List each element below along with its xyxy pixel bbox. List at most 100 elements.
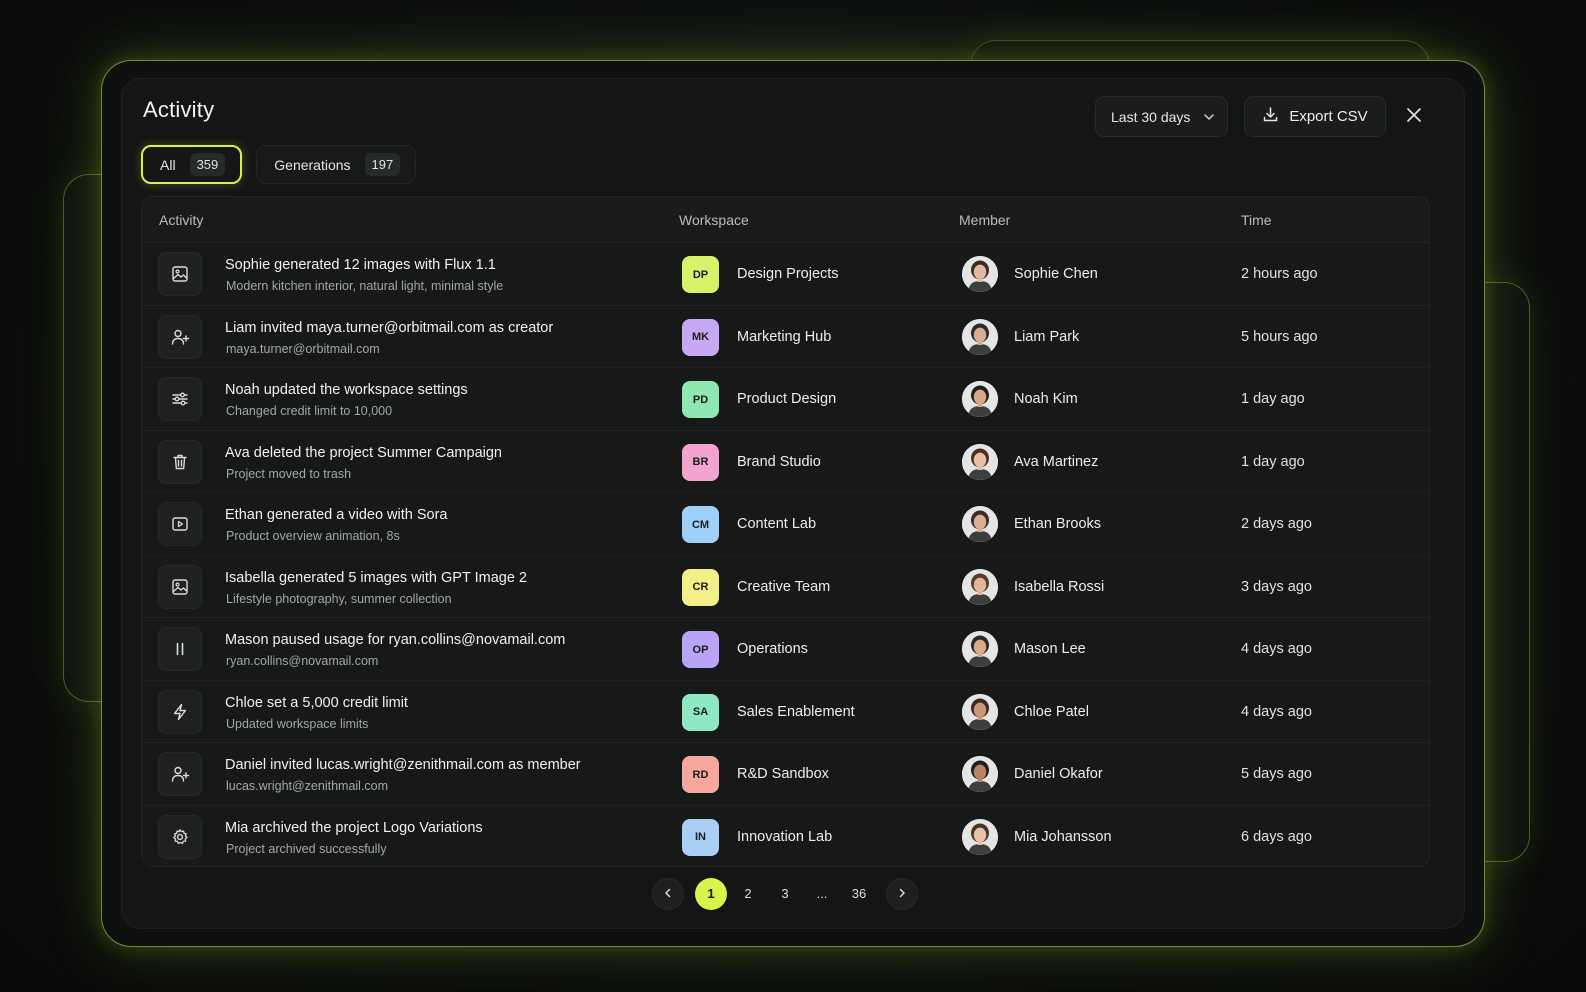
member-name: Daniel Okafor bbox=[1014, 766, 1103, 782]
avatar bbox=[962, 818, 998, 855]
activity-detail: maya.turner@orbitmail.com bbox=[226, 341, 380, 356]
workspace-name: Content Lab bbox=[737, 516, 817, 532]
activity-detail: Product overview animation, 8s bbox=[226, 529, 400, 543]
close-button[interactable] bbox=[1399, 102, 1429, 132]
tab-label: Generations bbox=[274, 156, 351, 173]
activity-time: 4 days ago bbox=[1241, 703, 1312, 720]
workspace-name: Creative Team bbox=[737, 578, 831, 595]
workspace-badge: RD bbox=[682, 756, 719, 793]
workspace-name: Operations bbox=[737, 641, 808, 657]
workspace-badge: CR bbox=[682, 568, 719, 606]
member-name: Ava Martinez bbox=[1014, 453, 1099, 470]
activity-detail: lucas.wright@zenithmail.com bbox=[226, 779, 389, 793]
filter-tabs: All 359 Generations 197 bbox=[141, 145, 417, 184]
tab-count-badge: 359 bbox=[189, 153, 226, 176]
trash-icon bbox=[158, 439, 202, 484]
table-row[interactable]: Noah updated the workspace settings Chang… bbox=[142, 368, 1429, 431]
activity-detail: ryan.collins@novamail.com bbox=[226, 654, 379, 668]
activity-title: Isabella generated 5 images with GPT Ima… bbox=[225, 569, 527, 586]
activity-detail: Lifestyle photography, summer collection bbox=[226, 591, 452, 606]
chevron-down-icon bbox=[1203, 111, 1215, 123]
activity-title: Liam invited maya.turner@orbitmail.com a… bbox=[225, 319, 554, 336]
activity-time: 5 hours ago bbox=[1241, 328, 1318, 345]
activity-time: 3 days ago bbox=[1241, 578, 1312, 595]
activity-time: 2 hours ago bbox=[1241, 266, 1318, 282]
tab-count-badge: 197 bbox=[364, 153, 401, 176]
next-page-button[interactable] bbox=[886, 877, 918, 910]
image-icon bbox=[158, 252, 202, 296]
prev-page-button[interactable] bbox=[652, 877, 684, 910]
avatar bbox=[962, 443, 998, 480]
workspace-badge: BR bbox=[682, 443, 719, 481]
member-name: Mia Johansson bbox=[1014, 828, 1112, 845]
avatar bbox=[962, 381, 998, 417]
image-icon bbox=[158, 564, 202, 609]
workspace-badge: PD bbox=[682, 381, 719, 418]
member-name: Ethan Brooks bbox=[1014, 516, 1102, 532]
table-row[interactable]: Ethan generated a video with Sora Product… bbox=[142, 493, 1429, 556]
activity-title: Ava deleted the project Summer Campaign bbox=[225, 444, 502, 461]
table-row[interactable]: Isabella generated 5 images with GPT Ima… bbox=[142, 556, 1429, 618]
user-plus-icon bbox=[158, 752, 202, 796]
activity-title: Noah updated the workspace settings bbox=[225, 382, 468, 398]
workspace-name: Design Projects bbox=[737, 266, 839, 282]
member-name: Isabella Rossi bbox=[1014, 578, 1105, 595]
tab-generations[interactable]: Generations 197 bbox=[256, 145, 417, 184]
activity-time: 1 day ago bbox=[1241, 391, 1305, 407]
pagination: 1 2 3... 36 bbox=[652, 877, 923, 910]
chevron-left-icon bbox=[663, 886, 673, 901]
date-range-dropdown[interactable]: Last 30 days bbox=[1095, 96, 1228, 137]
workspace-name: Brand Studio bbox=[737, 453, 821, 470]
workspace-name: R&D Sandbox bbox=[737, 766, 829, 782]
avatar bbox=[962, 506, 998, 542]
workspace-name: Innovation Lab bbox=[737, 828, 833, 845]
activity-title: Daniel invited lucas.wright@zenithmail.c… bbox=[225, 757, 581, 773]
pause-icon bbox=[158, 627, 202, 671]
avatar bbox=[962, 756, 998, 792]
column-header-time: Time bbox=[1241, 211, 1272, 228]
page-button[interactable]: 3 bbox=[769, 878, 801, 910]
table-row[interactable]: Mia archived the project Logo Variations… bbox=[142, 806, 1429, 867]
table-row[interactable]: Liam invited maya.turner@orbitmail.com a… bbox=[142, 306, 1429, 368]
activity-time: 2 days ago bbox=[1241, 516, 1312, 532]
activity-title: Ethan generated a video with Sora bbox=[225, 507, 448, 523]
export-csv-button[interactable]: Export CSV bbox=[1244, 96, 1386, 137]
workspace-badge: DP bbox=[682, 256, 719, 293]
export-csv-label: Export CSV bbox=[1289, 108, 1368, 125]
chevron-right-icon bbox=[897, 886, 907, 901]
page-button[interactable]: 36 bbox=[843, 878, 875, 910]
member-name: Noah Kim bbox=[1014, 391, 1078, 407]
tab-label: All bbox=[160, 156, 176, 173]
table-row[interactable]: Ava deleted the project Summer Campaign P… bbox=[142, 431, 1429, 493]
activity-time: 4 days ago bbox=[1241, 641, 1312, 657]
workspace-badge: CM bbox=[682, 506, 719, 543]
avatar bbox=[962, 256, 998, 292]
workspace-name: Sales Enablement bbox=[737, 703, 855, 720]
workspace-name: Product Design bbox=[737, 391, 837, 407]
table-row[interactable]: Sophie generated 12 images with Flux 1.1… bbox=[142, 243, 1429, 306]
column-header-activity: Activity bbox=[159, 211, 204, 228]
activity-table: Activity Workspace Member Time Sophie ge… bbox=[141, 196, 1430, 867]
gear-icon bbox=[158, 814, 202, 859]
activity-detail: Project archived successfully bbox=[226, 841, 387, 856]
video-icon bbox=[158, 502, 202, 546]
activity-title: Mia archived the project Logo Variations bbox=[225, 819, 483, 836]
activity-title: Mason paused usage for ryan.collins@nova… bbox=[225, 632, 566, 648]
member-name: Chloe Patel bbox=[1014, 703, 1089, 720]
activity-detail: Modern kitchen interior, natural light, … bbox=[226, 279, 504, 293]
table-row[interactable]: Chloe set a 5,000 credit limit Updated wo… bbox=[142, 681, 1429, 743]
table-row[interactable]: Mason paused usage for ryan.collins@nova… bbox=[142, 618, 1429, 681]
column-header-member: Member bbox=[959, 211, 1011, 228]
workspace-badge: MK bbox=[682, 318, 719, 356]
workspace-name: Marketing Hub bbox=[737, 328, 832, 345]
sliders-icon bbox=[158, 377, 202, 421]
page-button[interactable]: 2 bbox=[732, 878, 764, 910]
close-icon bbox=[1405, 106, 1423, 129]
pagination-ellipsis: ... bbox=[816, 886, 828, 901]
member-name: Liam Park bbox=[1014, 328, 1080, 345]
activity-time: 6 days ago bbox=[1241, 828, 1312, 845]
table-row[interactable]: Daniel invited lucas.wright@zenithmail.c… bbox=[142, 743, 1429, 806]
bolt-icon bbox=[158, 689, 202, 734]
tab-all[interactable]: All 359 bbox=[141, 145, 243, 184]
page-button[interactable]: 1 bbox=[695, 877, 727, 910]
